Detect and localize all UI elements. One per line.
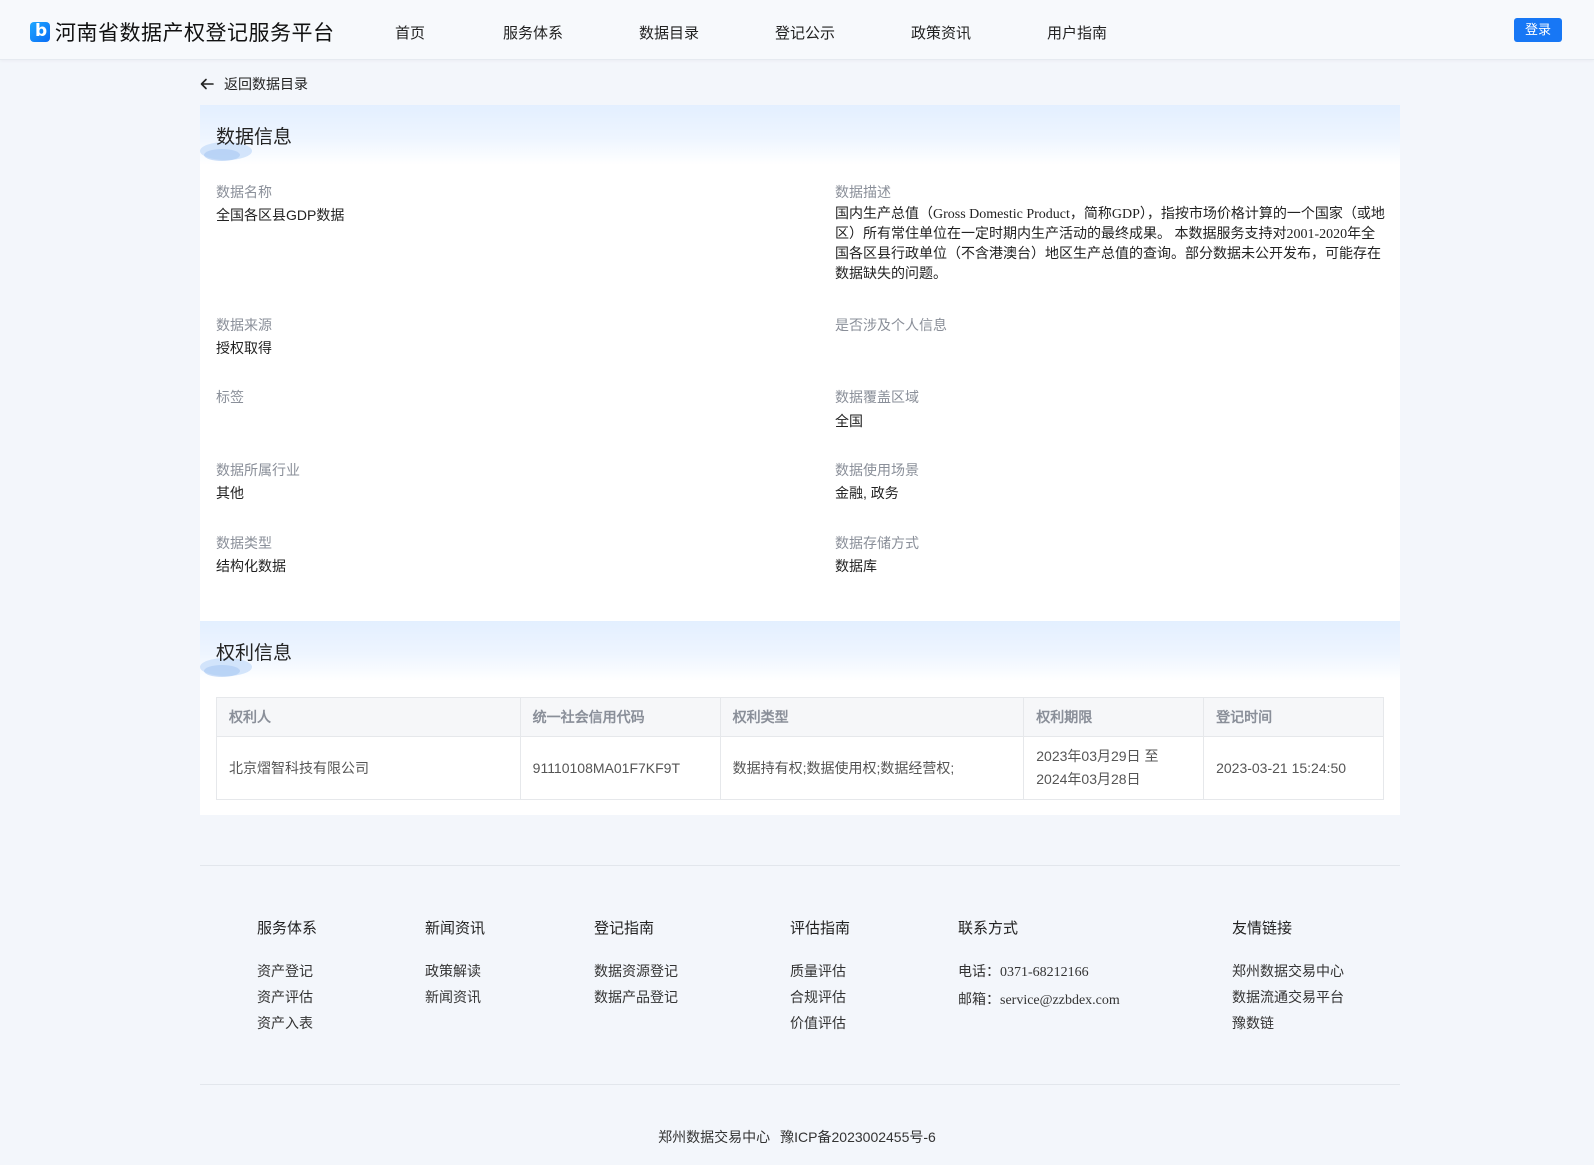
icp-number[interactable]: 豫ICP备2023002455号-6: [780, 1129, 936, 1145]
column-header: 权利类型: [719, 697, 1025, 737]
footer-link[interactable]: 资产登记: [257, 958, 317, 984]
field-value-type: 结构化数据: [216, 558, 286, 574]
card-header: 权利信息: [200, 621, 1400, 681]
nav-catalog[interactable]: 数据目录: [639, 22, 699, 43]
footer-link[interactable]: 数据流通交易平台: [1232, 984, 1344, 1010]
field-label-personal-info: 是否涉及个人信息: [835, 317, 947, 333]
column-header: 登记时间: [1203, 697, 1384, 737]
footer-link[interactable]: 新闻资讯: [425, 984, 485, 1010]
footer-link[interactable]: 数据产品登记: [594, 984, 678, 1010]
footer-link[interactable]: 政策解读: [425, 958, 485, 984]
footer-column-title: 服务体系: [257, 920, 318, 937]
footer-column-friend-links: 友情链接 郑州数据交易中心 数据流通交易平台 豫数链: [1232, 917, 1344, 1036]
footer-column-evaluation-guide: 评估指南 质量评估 合规评估 价值评估: [790, 917, 850, 1036]
email-label: 邮箱：: [958, 991, 1000, 1007]
field-value-coverage: 全国: [835, 413, 863, 429]
right-period-cell: 2023年03月29日 至 2024年03月28日: [1023, 736, 1205, 800]
footer-column-title: 评估指南: [790, 920, 851, 937]
rights-info-card: 权利信息 权利人 统一社会信用代码 权利类型 权利期限 登记时间 北京熠智科技有…: [200, 621, 1400, 815]
back-to-catalog-link[interactable]: 返回数据目录: [200, 74, 308, 94]
field-label-description: 数据描述: [835, 184, 891, 200]
footer-column-news: 新闻资讯 政策解读 新闻资讯: [425, 917, 485, 1010]
data-info-card: 数据信息 数据名称 全国各区县GDP数据 数据描述 国内生产总值（Gross D…: [200, 105, 1400, 621]
field-value-source: 授权取得: [216, 340, 272, 356]
site-title: 河南省数据产权登记服务平台: [55, 22, 335, 45]
footer-column-title: 登记指南: [594, 920, 655, 937]
data-info-title: 数据信息: [216, 127, 293, 148]
phone-number: 0371-68212166: [1000, 965, 1089, 980]
table-row: 北京熠智科技有限公司 91110108MA01F7KF9T 数据持有权;数据使用…: [216, 736, 1384, 800]
copyright-bar: 郑州数据交易中心 豫ICP备2023002455号-6: [0, 1127, 1594, 1147]
nav-user-guide[interactable]: 用户指南: [1047, 22, 1107, 43]
footer-link[interactable]: 合规评估: [790, 984, 850, 1010]
field-label-name: 数据名称: [216, 184, 272, 200]
nav-policy-news[interactable]: 政策资讯: [911, 22, 971, 43]
top-header: 河南省数据产权登记服务平台 首页 服务体系 数据目录 登记公示 政策资讯 用户指…: [0, 0, 1594, 60]
footer-divider: [200, 1084, 1400, 1085]
back-link-label: 返回数据目录: [224, 76, 308, 92]
email-address[interactable]: service@zzbdex.com: [1000, 993, 1120, 1008]
card-header: 数据信息: [200, 105, 1400, 165]
column-header: 权利期限: [1023, 697, 1205, 737]
period-end: 2024年03月28日: [1036, 771, 1141, 787]
period-start: 2023年03月29日 至: [1036, 748, 1159, 764]
footer-link[interactable]: 豫数链: [1232, 1010, 1344, 1036]
field-label-coverage: 数据覆盖区域: [835, 389, 919, 405]
arrow-left-icon: [200, 78, 214, 90]
registered-time-cell: 2023-03-21 15:24:50: [1203, 736, 1384, 800]
footer-link[interactable]: 资产入表: [257, 1010, 317, 1036]
rights-info-title: 权利信息: [216, 643, 293, 664]
footer-column-title: 友情链接: [1232, 920, 1293, 937]
footer-link[interactable]: 资产评估: [257, 984, 317, 1010]
footer-divider: [200, 865, 1400, 866]
rights-table: 权利人 统一社会信用代码 权利类型 权利期限 登记时间 北京熠智科技有限公司 9…: [216, 697, 1384, 800]
field-label-storage: 数据存储方式: [835, 535, 919, 551]
field-value-name: 全国各区县GDP数据: [216, 207, 345, 223]
column-header: 权利人: [216, 697, 521, 737]
field-label-source: 数据来源: [216, 317, 272, 333]
footer-column-title: 新闻资讯: [425, 920, 486, 937]
footer-link[interactable]: 郑州数据交易中心: [1232, 958, 1344, 984]
copyright-org: 郑州数据交易中心: [658, 1129, 771, 1145]
field-value-storage: 数据库: [835, 558, 877, 574]
field-value-description: 国内生产总值（Gross Domestic Product，简称GDP），指按市…: [835, 207, 1385, 282]
nav-announcements[interactable]: 登记公示: [775, 22, 835, 43]
column-header: 统一社会信用代码: [519, 697, 721, 737]
footer-column-contact: 联系方式 电话：0371-68212166 邮箱：service@zzbdex.…: [958, 917, 1120, 1014]
rights-holder-cell: 北京熠智科技有限公司: [216, 736, 521, 800]
footer-link[interactable]: 质量评估: [790, 958, 850, 984]
field-value-scenario: 金融, 政务: [835, 485, 899, 501]
footer-column-registration-guide: 登记指南 数据资源登记 数据产品登记: [594, 917, 678, 1010]
footer-link[interactable]: 数据资源登记: [594, 958, 678, 984]
site-logo[interactable]: 河南省数据产权登记服务平台: [30, 17, 335, 47]
credit-code-cell: 91110108MA01F7KF9T: [519, 736, 721, 800]
field-label-industry: 数据所属行业: [216, 462, 300, 478]
footer-link[interactable]: 价值评估: [790, 1010, 850, 1036]
contact-phone: 电话：0371-68212166: [958, 958, 1120, 986]
field-value-industry: 其他: [216, 485, 244, 501]
phone-label: 电话：: [958, 963, 1000, 979]
table-header-row: 权利人 统一社会信用代码 权利类型 权利期限 登记时间: [216, 697, 1384, 737]
field-label-type: 数据类型: [216, 535, 272, 551]
contact-email: 邮箱：service@zzbdex.com: [958, 986, 1120, 1014]
nav-services[interactable]: 服务体系: [503, 22, 563, 43]
footer-column-title: 联系方式: [958, 920, 1019, 937]
field-label-scenario: 数据使用场景: [835, 462, 919, 478]
logo-icon: [30, 21, 50, 42]
right-type-cell: 数据持有权;数据使用权;数据经营权;: [719, 736, 1025, 800]
login-button[interactable]: 登录: [1514, 18, 1562, 42]
nav-home[interactable]: 首页: [395, 22, 425, 43]
field-label-tags: 标签: [216, 389, 244, 405]
footer-column-services: 服务体系 资产登记 资产评估 资产入表: [257, 917, 317, 1036]
